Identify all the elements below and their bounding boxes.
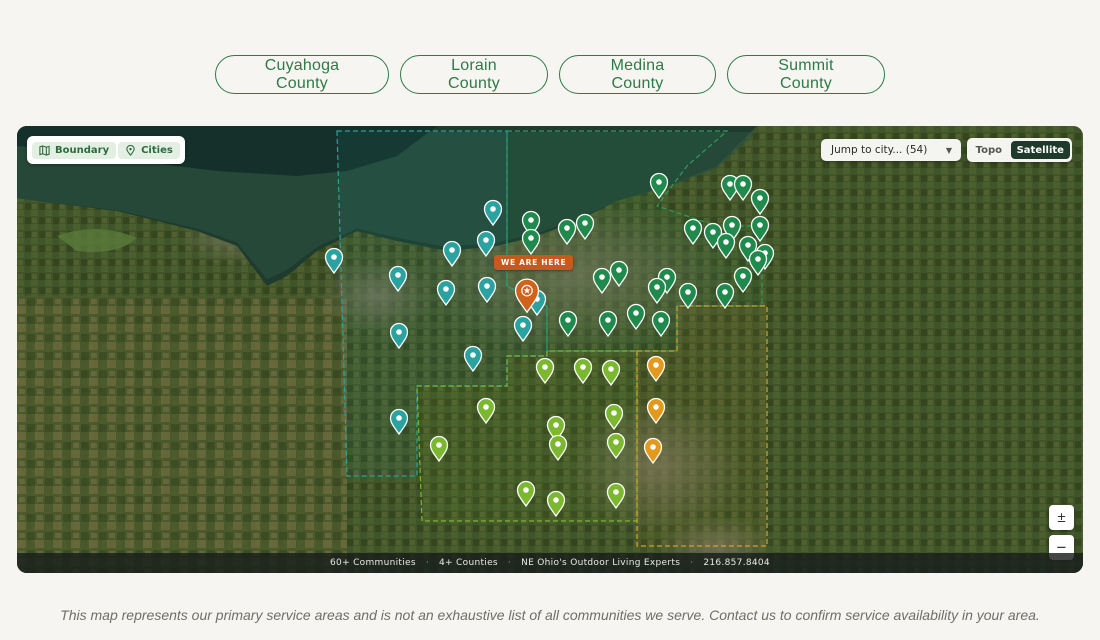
county-button-summit[interactable]: Summit County <box>727 55 885 94</box>
county-button-medina[interactable]: Medina County <box>559 55 716 94</box>
cities-layer-label: Cities <box>141 144 173 156</box>
boundary-layer-button[interactable]: Boundary <box>32 141 117 159</box>
jump-to-city-select[interactable]: Jump to city... (54) ▼ <box>821 139 961 161</box>
communities-count: 60+ Communities <box>330 558 416 568</box>
info-separator: · <box>425 558 430 568</box>
boundary-layer-label: Boundary <box>55 144 110 156</box>
map-view-toggle: Topo Satellite <box>967 138 1072 162</box>
cities-layer-button[interactable]: Cities <box>118 141 180 159</box>
counties-count: 4+ Counties <box>439 558 498 568</box>
topo-view-button[interactable]: Topo <box>969 141 1009 159</box>
zoom-in-button[interactable]: ± <box>1049 505 1074 530</box>
county-filter-row: Cuyahoga County Lorain County Medina Cou… <box>0 55 1100 94</box>
info-separator: · <box>507 558 512 568</box>
satellite-view-button[interactable]: Satellite <box>1010 141 1070 159</box>
service-area-disclaimer: This map represents our primary service … <box>60 607 1040 623</box>
map-info-bar: 60+ Communities · 4+ Counties · NE Ohio'… <box>17 553 1083 573</box>
phone-number[interactable]: 216.857.8404 <box>703 558 770 568</box>
county-button-cuyahoga[interactable]: Cuyahoga County <box>215 55 389 94</box>
location-pin-icon <box>126 144 135 156</box>
tagline: NE Ohio's Outdoor Living Experts <box>521 558 681 568</box>
map-icon <box>39 144 50 156</box>
satellite-imagery <box>17 126 1083 573</box>
we-are-here-label: WE ARE HERE <box>494 255 574 270</box>
dropdown-arrow-icon: ▼ <box>945 145 952 155</box>
county-button-lorain[interactable]: Lorain County <box>400 55 548 94</box>
jump-to-city-value: Jump to city... (54) <box>831 144 928 156</box>
service-area-map[interactable]: Boundary Cities Jump to city... (54) ▼ T… <box>17 126 1083 573</box>
info-separator: · <box>690 558 694 568</box>
layer-toggle: Boundary Cities <box>27 136 185 164</box>
